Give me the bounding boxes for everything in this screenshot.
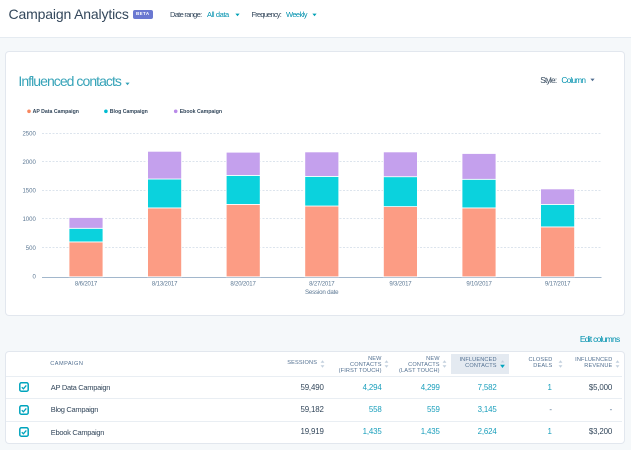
svg-text:AP Data Campaign: AP Data Campaign [33,109,79,115]
svg-text:0: 0 [32,274,36,280]
svg-text:Blog Campaign: Blog Campaign [110,109,148,115]
svg-text:500: 500 [26,246,37,252]
svg-text:Session date: Session date [305,289,339,296]
svg-text:9/10/2017: 9/10/2017 [466,281,492,287]
svg-text:9/3/2017: 9/3/2017 [389,281,412,287]
svg-text:Ebook Campaign: Ebook Campaign [180,109,222,115]
svg-text:2500: 2500 [22,131,36,137]
svg-text:1000: 1000 [22,217,36,223]
svg-text:1500: 1500 [22,189,36,195]
svg-text:8/27/2017: 8/27/2017 [309,281,335,287]
svg-text:8/6/2017: 8/6/2017 [75,281,98,287]
svg-text:9/17/2017: 9/17/2017 [545,281,571,287]
svg-text:8/20/2017: 8/20/2017 [230,281,256,287]
svg-text:2000: 2000 [22,160,36,166]
svg-text:8/13/2017: 8/13/2017 [152,281,178,287]
